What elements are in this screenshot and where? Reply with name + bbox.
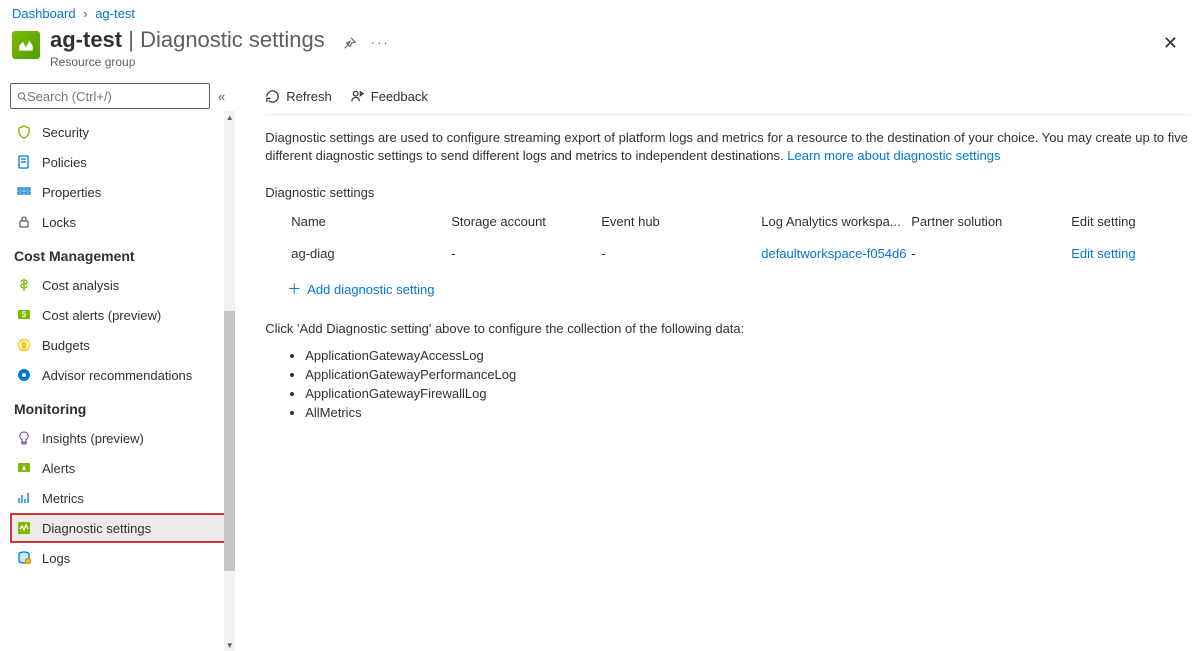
lock-icon [16, 214, 32, 230]
metrics-icon [16, 490, 32, 506]
sidebar-item-cost-alerts-preview-[interactable]: $ Cost alerts (preview) [10, 300, 235, 330]
scroll-down-icon[interactable]: ▼ [224, 639, 235, 651]
sidebar-item-label: Cost alerts (preview) [42, 308, 161, 323]
resource-group-icon [12, 31, 40, 59]
learn-more-link[interactable]: Learn more about diagnostic settings [787, 148, 1000, 163]
sidebar-heading-cost: Cost Management [10, 237, 235, 270]
diagnostic-settings-table: NameStorage accountEvent hubLog Analytic… [265, 206, 1191, 309]
alerts-icon [16, 460, 32, 476]
scrollbar-thumb[interactable] [224, 311, 235, 571]
title-main: ag-test [50, 27, 122, 52]
data-list-item: ApplicationGatewayFirewallLog [305, 384, 1191, 403]
collapse-sidebar-button[interactable]: « [218, 89, 225, 104]
data-collection-list: ApplicationGatewayAccessLogApplicationGa… [265, 342, 1191, 422]
sidebar-item-label: Alerts [42, 461, 75, 476]
shield-icon [16, 124, 32, 140]
cell-name: ag-diag [291, 246, 451, 261]
sidebar-item-label: Properties [42, 185, 101, 200]
sidebar-item-logs[interactable]: Logs [10, 543, 235, 573]
title-sub: Diagnostic settings [140, 27, 325, 52]
column-header: Edit setting [1071, 214, 1191, 229]
policy-icon [16, 154, 32, 170]
refresh-icon [265, 89, 280, 104]
sidebar-item-policies[interactable]: Policies [10, 147, 235, 177]
sidebar-item-metrics[interactable]: Metrics [10, 483, 235, 513]
logs-icon [16, 550, 32, 566]
cell-eventhub: - [601, 246, 761, 261]
column-header: Storage account [451, 214, 601, 229]
column-header: Name [291, 214, 451, 229]
plus-icon: ＋ [287, 279, 301, 299]
workspace-link[interactable]: defaultworkspace-f054d6 [761, 246, 906, 261]
scroll-up-icon[interactable]: ▲ [224, 111, 235, 123]
data-list-item: AllMetrics [305, 403, 1191, 422]
sidebar-item-label: Security [42, 125, 89, 140]
breadcrumb: Dashboard › ag-test [0, 0, 1200, 23]
sidebar-heading-monitoring: Monitoring [10, 390, 235, 423]
sidebar-item-advisor-recommendations[interactable]: Advisor recommendations [10, 360, 235, 390]
sidebar-item-label: Locks [42, 215, 76, 230]
sidebar-item-label: Metrics [42, 491, 84, 506]
feedback-button[interactable]: Feedback [350, 89, 428, 104]
description: Diagnostic settings are used to configur… [265, 115, 1191, 175]
close-button[interactable]: ✕ [1153, 27, 1188, 60]
breadcrumb-current[interactable]: ag-test [95, 6, 135, 21]
data-collection-description: Click 'Add Diagnostic setting' above to … [265, 309, 1191, 342]
sidebar-item-alerts[interactable]: Alerts [10, 453, 235, 483]
more-icon[interactable]: ··· [371, 35, 390, 50]
search-box[interactable] [10, 83, 210, 109]
svg-text:$: $ [22, 310, 27, 319]
costalert-icon: $ [16, 307, 32, 323]
sidebar-item-label: Policies [42, 155, 87, 170]
search-input[interactable] [27, 89, 203, 104]
sidebar-item-security[interactable]: Security [10, 117, 235, 147]
sidebar-item-insights-preview-[interactable]: Insights (preview) [10, 423, 235, 453]
table-row: ag-diag--defaultworkspace-f054d6-Edit se… [265, 238, 1191, 269]
sidebar-item-properties[interactable]: Properties [10, 177, 235, 207]
breadcrumb-root[interactable]: Dashboard [12, 6, 76, 21]
sidebar-item-label: Logs [42, 551, 70, 566]
sidebar-item-budgets[interactable]: $ Budgets [10, 330, 235, 360]
column-header: Event hub [601, 214, 761, 229]
pin-icon[interactable] [343, 36, 357, 50]
page-header: ag-test | Diagnostic settings Resource g… [0, 23, 1200, 77]
diag-icon [16, 520, 32, 536]
svg-text:$: $ [22, 341, 27, 350]
main-content: Refresh Feedback Diagnostic settings are… [235, 77, 1200, 579]
sidebar-item-locks[interactable]: Locks [10, 207, 235, 237]
sidebar-item-label: Advisor recommendations [42, 368, 192, 383]
insights-icon [16, 430, 32, 446]
sidebar: « Security Policies Properties Locks Cost Ma… [0, 77, 235, 579]
column-header: Partner solution [911, 214, 1071, 229]
column-header: Log Analytics workspa... [761, 214, 911, 229]
page-subtitle: Resource group [50, 55, 325, 69]
table-label: Diagnostic settings [265, 175, 1191, 206]
toolbar: Refresh Feedback [265, 83, 1191, 115]
budget-icon: $ [16, 337, 32, 353]
sidebar-item-label: Cost analysis [42, 278, 119, 293]
page-title: ag-test | Diagnostic settings [50, 27, 325, 53]
sidebar-item-label: Budgets [42, 338, 90, 353]
cell-edit: Edit setting [1071, 246, 1191, 261]
table-header-row: NameStorage accountEvent hubLog Analytic… [265, 206, 1191, 238]
advisor-icon [16, 367, 32, 383]
sidebar-item-label: Insights (preview) [42, 431, 144, 446]
sidebar-scrollbar[interactable]: ▲ ▼ [224, 111, 235, 651]
edit-setting-link[interactable]: Edit setting [1071, 246, 1135, 261]
search-icon [17, 90, 27, 103]
refresh-button[interactable]: Refresh [265, 89, 332, 104]
feedback-icon [350, 89, 365, 104]
data-list-item: ApplicationGatewayPerformanceLog [305, 365, 1191, 384]
cell-workspace: defaultworkspace-f054d6 [761, 246, 911, 261]
cell-storage: - [451, 246, 601, 261]
props-icon [16, 184, 32, 200]
breadcrumb-separator: › [83, 6, 87, 21]
cell-partner: - [911, 246, 1071, 261]
sidebar-item-diagnostic-settings[interactable]: Diagnostic settings [10, 513, 235, 543]
data-list-item: ApplicationGatewayAccessLog [305, 346, 1191, 365]
sidebar-item-label: Diagnostic settings [42, 521, 151, 536]
add-diagnostic-setting-button[interactable]: ＋ Add diagnostic setting [265, 269, 1191, 309]
cost-icon [16, 277, 32, 293]
sidebar-item-cost-analysis[interactable]: Cost analysis [10, 270, 235, 300]
